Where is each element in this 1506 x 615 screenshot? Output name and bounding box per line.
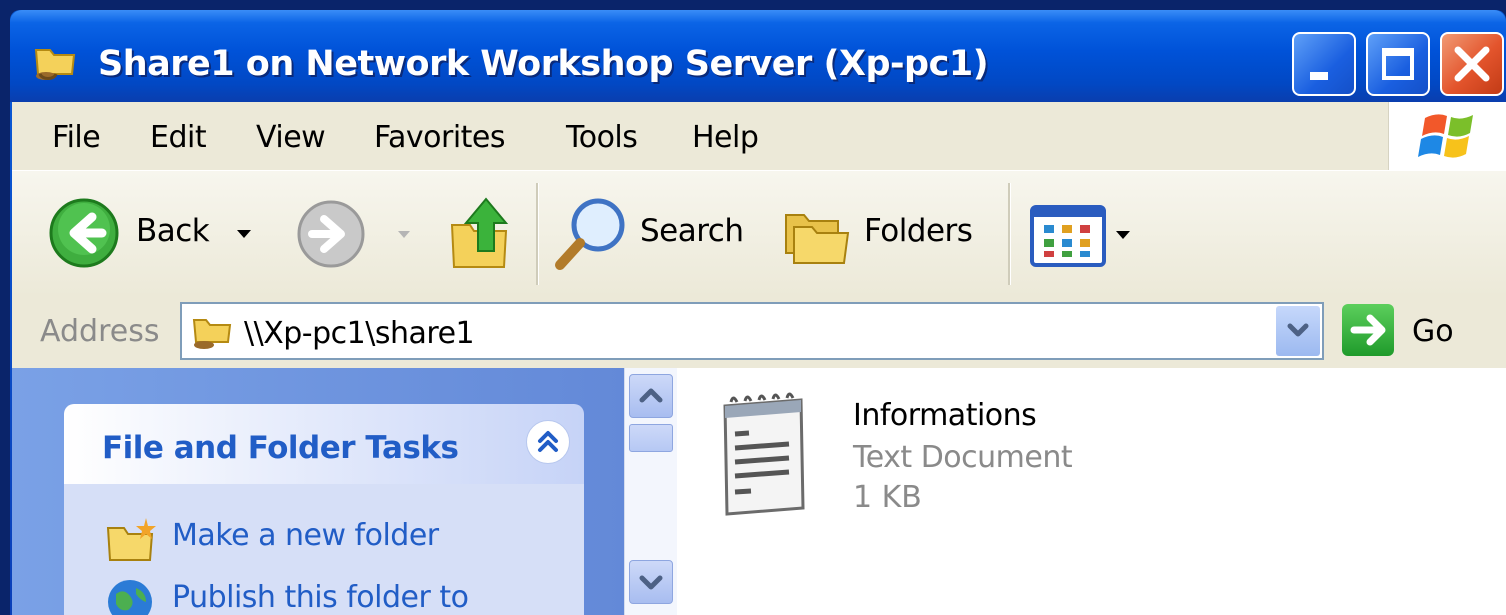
make-new-folder-link[interactable]: Make a new folder [172,518,439,553]
views-button[interactable] [1030,205,1134,267]
minimize-icon [1310,72,1328,80]
chevron-down-icon [639,575,663,590]
address-value: \\Xp-pc1\share1 [244,316,475,351]
menu-view[interactable]: View [256,120,326,155]
folders-icon [785,214,850,264]
file-folder-tasks-header[interactable]: File and Folder Tasks [64,404,584,484]
menu-tools[interactable]: Tools [566,120,638,155]
close-icon [1454,46,1490,82]
file-item[interactable]: Informations Text Document 1 KB [677,368,1177,548]
search-label: Search [640,213,744,249]
menu-help[interactable]: Help [692,120,759,155]
scroll-up-button[interactable] [629,374,673,418]
address-label: Address [40,314,160,349]
search-button[interactable]: Search [552,193,752,273]
new-folder-icon [106,518,156,561]
publish-folder-link[interactable]: Publish this folder to [172,580,469,615]
window-title: Share1 on Network Workshop Server (Xp-pc… [98,44,989,84]
forward-arrow-icon[interactable] [296,199,366,269]
text-document-icon [723,392,805,516]
forward-dropdown-icon[interactable] [396,229,412,241]
title-bar[interactable]: Share1 on Network Workshop Server (Xp-pc… [10,10,1506,102]
globe-icon [108,580,152,615]
menu-bar: File Edit View Favorites Tools Help [12,102,1506,171]
address-bar: Address \\Xp-pc1\share1 Go [12,296,1506,368]
go-label[interactable]: Go [1412,314,1454,349]
go-button[interactable] [1342,304,1394,356]
explorer-window: Share1 on Network Workshop Server (Xp-pc… [0,0,1506,615]
folders-button[interactable]: Folders [782,197,982,273]
toolbar-separator [1008,183,1011,285]
file-type: Text Document [853,440,1073,475]
windows-logo [1388,102,1506,170]
back-label: Back [136,213,210,249]
windows-flag-icon [1418,114,1473,158]
collapse-button[interactable] [526,420,570,464]
task-pane-title: File and Folder Tasks [102,430,459,466]
address-input[interactable]: \\Xp-pc1\share1 [180,302,1324,360]
scroll-thumb[interactable] [629,424,673,452]
menu-file[interactable]: File [52,120,101,155]
standard-toolbar: Back Search Folders [12,170,1506,298]
up-folder-icon[interactable] [448,195,514,271]
back-button[interactable]: Back [48,197,256,269]
go-arrow-icon [1350,314,1386,346]
back-dropdown-icon[interactable] [234,227,254,241]
chevron-up-icon [639,388,663,403]
vertical-scrollbar[interactable] [624,368,677,615]
close-button[interactable] [1440,32,1504,96]
minimize-button[interactable] [1292,32,1356,96]
toolbar-separator [536,183,539,285]
scroll-down-button[interactable] [629,560,673,604]
views-icon [1030,205,1106,267]
chevron-up-double-icon [538,431,558,452]
maximize-icon [1382,48,1414,80]
task-pane-body: Make a new folder Publish this folder to [64,484,584,615]
menu-favorites[interactable]: Favorites [374,120,506,155]
back-arrow-icon [49,198,119,268]
task-pane: File and Folder Tasks Make a new folder … [12,368,624,615]
maximize-button[interactable] [1366,32,1430,96]
network-share-folder-icon [192,319,232,349]
network-share-folder-icon [34,49,76,80]
file-list: Informations Text Document 1 KB [677,368,1506,615]
address-dropdown-button[interactable] [1276,306,1320,356]
views-dropdown-icon [1116,231,1130,239]
file-name: Informations [853,398,1037,433]
menu-edit[interactable]: Edit [150,120,207,155]
file-size: 1 KB [853,480,922,515]
folders-label: Folders [864,213,973,249]
chevron-down-icon [1287,323,1309,337]
search-magnifier-icon [555,198,625,270]
